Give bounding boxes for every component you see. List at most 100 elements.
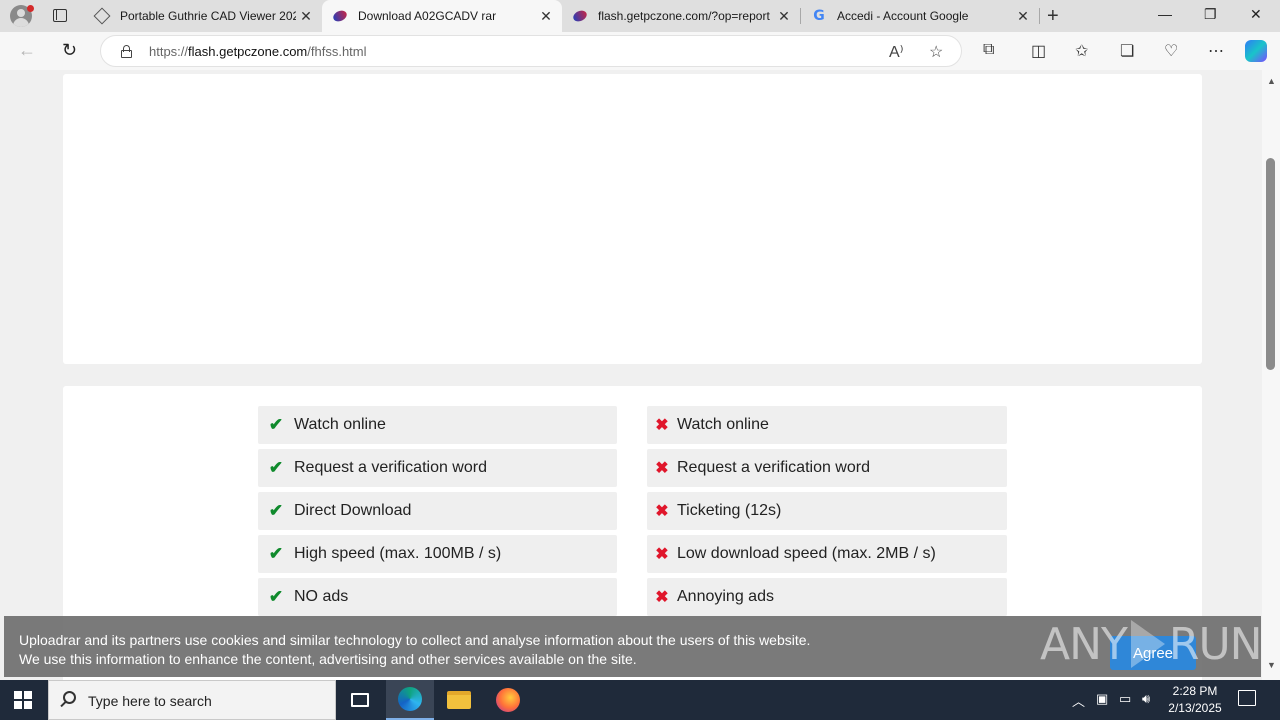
ad-placeholder-card (63, 74, 1202, 364)
back-icon[interactable]: ← (18, 40, 36, 61)
address-bar[interactable]: https://flash.getpczone.com/fhfss.html A… (100, 35, 962, 67)
checkmark-icon: ✔ (268, 415, 284, 434)
tab-separator (1039, 8, 1040, 24)
scroll-down-icon[interactable]: ▼ (1267, 660, 1276, 670)
site-swoosh-icon (331, 8, 349, 24)
read-aloud-icon[interactable]: A⁾ (889, 42, 904, 62)
task-view-button[interactable] (336, 680, 384, 720)
premium-feature-row: ✔ Direct Download (258, 492, 617, 530)
scroll-up-icon[interactable]: ▲ (1267, 76, 1276, 86)
taskbar-clock[interactable]: 2:28 PM 2/13/2025 (1160, 683, 1230, 717)
notification-icon[interactable] (1238, 690, 1256, 706)
checkmark-icon: ✔ (268, 587, 284, 606)
feature-label: Watch online (294, 416, 386, 433)
volume-icon[interactable]: 🔊︎ (1142, 691, 1150, 707)
free-feature-row: ✖ Watch online (647, 406, 1007, 444)
page-scrollbar[interactable]: ▲ ▼ (1262, 70, 1280, 680)
tab-flash-report[interactable]: flash.getpczone.com/?op=report ✕ (562, 0, 800, 32)
edge-taskbar-button[interactable] (386, 680, 434, 720)
url-host: flash.getpczone.com (188, 44, 308, 59)
windows-taskbar: Type here to search ︿ ▣ ▭ 🔊︎ 2:28 PM 2/1… (0, 680, 1280, 720)
firefox-taskbar-button[interactable] (484, 680, 532, 720)
feature-label: Watch online (677, 416, 769, 433)
close-tab-icon[interactable]: ✕ (296, 8, 316, 25)
tab-guthrie-cad[interactable]: Portable Guthrie CAD Viewer 202 ✕ (84, 0, 322, 32)
new-tab-icon[interactable]: + (1047, 5, 1059, 28)
extensions-icon[interactable]: ⧉ (983, 41, 994, 59)
premium-feature-row: ✔ Request a verification word (258, 449, 617, 487)
favorites-icon[interactable]: ✩ (1075, 41, 1088, 61)
tab-download-rar[interactable]: Download A02GCADV rar ✕ (322, 0, 562, 32)
agree-button[interactable]: Agree (1110, 636, 1196, 670)
cookie-text-line2: We use this information to enhance the c… (19, 651, 637, 667)
feature-label: Request a verification word (294, 459, 487, 476)
free-feature-row: ✖ Low download speed (max. 2MB / s) (647, 535, 1007, 573)
close-tab-icon[interactable]: ✕ (536, 8, 556, 25)
firefox-icon (496, 688, 520, 712)
favorite-star-icon[interactable]: ☆ (929, 42, 943, 62)
scroll-thumb[interactable] (1266, 158, 1275, 370)
tab-title: Accedi - Account Google (837, 9, 969, 23)
cross-icon: ✖ (655, 589, 669, 606)
url-path: /fhfss.html (307, 44, 367, 59)
tab-title: Portable Guthrie CAD Viewer 202 (120, 9, 296, 23)
refresh-icon[interactable]: ↻ (62, 40, 77, 61)
feature-label: Request a verification word (677, 459, 870, 476)
feature-label: High speed (max. 100MB / s) (294, 545, 502, 562)
checkmark-icon: ✔ (268, 544, 284, 563)
free-feature-row: ✖ Ticketing (12s) (647, 492, 1007, 530)
cookie-text-line1: Uploadrar and its partners use cookies a… (19, 632, 811, 648)
feature-label: Direct Download (294, 502, 412, 519)
premium-feature-row: ✔ High speed (max. 100MB / s) (258, 535, 617, 573)
lock-icon[interactable] (121, 45, 132, 58)
cad-icon (93, 7, 111, 25)
window-close-icon[interactable]: ✕ (1250, 6, 1262, 23)
collections-icon[interactable]: ❏ (1120, 41, 1134, 61)
task-view-icon (351, 693, 369, 707)
url-prefix: https:// (149, 44, 189, 59)
windows-start-icon[interactable] (14, 691, 32, 709)
chevron-up-icon[interactable]: ︿ (1072, 691, 1085, 710)
feature-label: Low download speed (max. 2MB / s) (677, 545, 936, 562)
clock-date: 2/13/2025 (1168, 701, 1222, 715)
cross-icon: ✖ (655, 417, 669, 434)
tab-actions-icon[interactable] (53, 9, 67, 22)
url-text[interactable]: https://flash.getpczone.com/fhfss.html (149, 44, 367, 59)
page-viewport: ✔ Watch online ✔ Request a verification … (0, 70, 1262, 680)
cookie-banner: Uploadrar and its partners use cookies a… (4, 616, 1263, 677)
free-feature-row: ✖ Request a verification word (647, 449, 1007, 487)
close-tab-icon[interactable]: ✕ (1013, 8, 1033, 25)
network-icon[interactable]: ▭ (1119, 691, 1131, 707)
address-toolbar: ← ↻ https://flash.getpczone.com/fhfss.ht… (0, 32, 1280, 70)
cross-icon: ✖ (655, 503, 669, 520)
search-placeholder: Type here to search (88, 693, 212, 709)
google-icon: G (813, 8, 825, 24)
folder-icon (447, 691, 471, 709)
premium-feature-row: ✔ Watch online (258, 406, 617, 444)
edge-icon (398, 687, 422, 711)
taskbar-search-box[interactable]: Type here to search (48, 680, 336, 720)
feature-label: Ticketing (12s) (677, 502, 782, 519)
cross-icon: ✖ (655, 460, 669, 477)
minimize-icon[interactable]: — (1158, 6, 1172, 22)
copilot-icon[interactable] (1245, 40, 1267, 62)
restore-icon[interactable]: ❐ (1204, 6, 1217, 23)
tab-google-account[interactable]: G Accedi - Account Google ✕ (801, 0, 1039, 32)
tab-title: flash.getpczone.com/?op=report (598, 9, 770, 23)
checkmark-icon: ✔ (268, 458, 284, 477)
split-screen-icon[interactable]: ◫ (1031, 41, 1046, 61)
device-icon[interactable]: ▣ (1096, 691, 1108, 707)
checkmark-icon: ✔ (268, 501, 284, 520)
browser-essentials-icon[interactable]: ♡ (1164, 41, 1178, 61)
search-icon (63, 691, 76, 704)
site-swoosh-icon (571, 8, 589, 24)
tab-title: Download A02GCADV rar (358, 9, 497, 23)
more-options-icon[interactable]: ⋯ (1208, 41, 1224, 61)
feature-label: NO ads (294, 588, 349, 605)
premium-feature-row: ✔ NO ads (258, 578, 617, 616)
cross-icon: ✖ (655, 546, 669, 563)
file-explorer-taskbar-button[interactable] (435, 680, 483, 720)
tab-strip: Portable Guthrie CAD Viewer 202 ✕ Downlo… (0, 0, 1280, 32)
close-tab-icon[interactable]: ✕ (774, 8, 794, 25)
free-feature-row: ✖ Annoying ads (647, 578, 1007, 616)
